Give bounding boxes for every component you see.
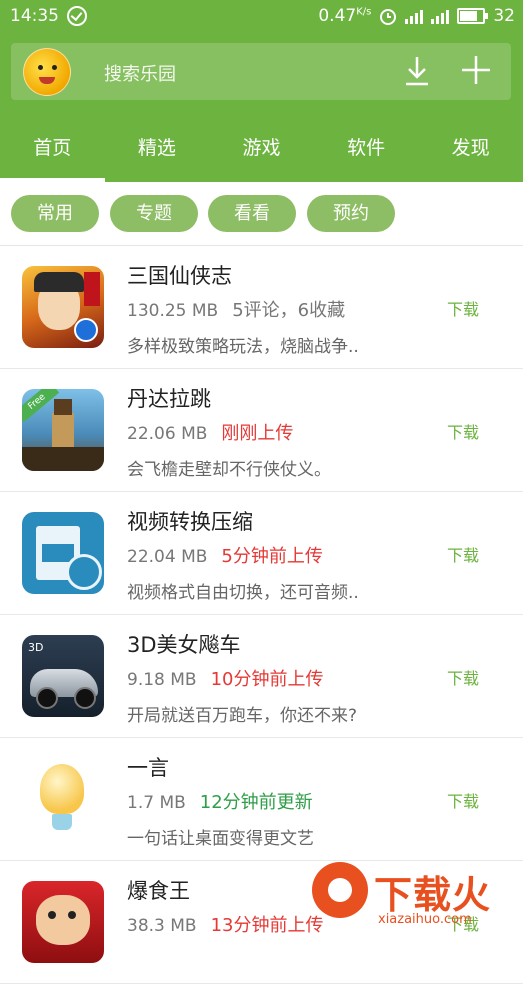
download-button[interactable]: 下载 <box>447 665 479 689</box>
filter-chips: 常用 专题 看看 预约 <box>0 182 523 246</box>
app-description: 会飞檐走壁却不行侠仗义。 <box>127 460 331 480</box>
app-status: 10分钟前上传 <box>210 669 324 690</box>
watermark-url: xiazaihuo.com <box>378 912 472 927</box>
watermark-brand: 下载火 <box>374 873 492 917</box>
app-description: 多样极致策略玩法，烧脑战争.. <box>127 337 359 357</box>
download-button[interactable]: 下载 <box>447 542 479 566</box>
flame-logo-icon <box>312 862 368 918</box>
tab-discover[interactable]: 发现 <box>418 120 523 182</box>
app-description: 视频格式自由切换，还可音频.. <box>127 583 359 603</box>
tab-home[interactable]: 首页 <box>0 120 105 182</box>
search-input[interactable]: 搜索乐园 <box>104 60 176 86</box>
app-icon <box>22 512 104 594</box>
battery-level: 32 <box>493 6 515 26</box>
app-size: 22.04 MB <box>127 547 208 567</box>
tab-featured[interactable]: 精选 <box>105 120 210 182</box>
app-name: 爆食王 <box>127 879 190 903</box>
app-description: 开局就送百万跑车，你还不来? <box>127 706 358 726</box>
app-icon: Free <box>22 389 104 471</box>
chip-reserve[interactable]: 预约 <box>307 195 395 232</box>
app-meta: 38.3 MB 13分钟前上传 <box>127 911 324 937</box>
network-speed: 0.47K/s <box>318 6 372 26</box>
cell-signal-icon <box>431 8 450 24</box>
app-meta: 9.18 MB 10分钟前上传 <box>127 665 324 691</box>
alarm-icon <box>380 9 397 25</box>
list-item[interactable]: 三国仙侠志 130.25 MB 5评论，6收藏 多样极致策略玩法，烧脑战争.. 下… <box>0 246 523 369</box>
app-size: 38.3 MB <box>127 916 197 936</box>
clock: 14:35 <box>10 6 59 26</box>
app-name: 三国仙侠志 <box>127 264 232 288</box>
app-meta: 1.7 MB 12分钟前更新 <box>127 788 313 814</box>
app-size: 1.7 MB <box>127 793 186 813</box>
app-size: 22.06 MB <box>127 424 208 444</box>
chip-topics[interactable]: 专题 <box>110 195 198 232</box>
app-meta: 22.04 MB 5分钟前上传 <box>127 542 323 568</box>
app-icon <box>22 266 104 348</box>
list-item[interactable]: 视频转换压缩 22.04 MB 5分钟前上传 视频格式自由切换，还可音频.. 下载 <box>0 492 523 615</box>
search-bar[interactable]: 搜索乐园 <box>11 43 511 100</box>
app-name: 一言 <box>127 756 169 780</box>
list-item[interactable]: 一言 1.7 MB 12分钟前更新 一句话让桌面变得更文艺 下载 <box>0 738 523 861</box>
tab-software[interactable]: 软件 <box>314 120 419 182</box>
app-meta: 22.06 MB 刚刚上传 <box>127 419 293 445</box>
tab-games[interactable]: 游戏 <box>209 120 314 182</box>
app-icon <box>22 881 104 963</box>
app-status: 5评论，6收藏 <box>232 300 346 321</box>
app-size: 130.25 MB <box>127 301 219 321</box>
watermark: 下载火 xiazaihuo.com <box>306 858 523 930</box>
app-name: 3D美女飚车 <box>127 633 241 657</box>
app-icon: 3D <box>22 635 104 717</box>
download-button[interactable]: 下载 <box>447 788 479 812</box>
app-name: 视频转换压缩 <box>127 510 253 534</box>
main-tabs: 首页 精选 游戏 软件 发现 <box>0 120 523 182</box>
lightbulb-icon <box>22 758 104 840</box>
app-status: 5分钟前上传 <box>221 546 323 567</box>
app-status: 12分钟前更新 <box>199 792 313 813</box>
wifi-signal-icon <box>405 8 424 24</box>
download-button[interactable]: 下载 <box>447 419 479 443</box>
chip-browse[interactable]: 看看 <box>208 195 296 232</box>
app-size: 9.18 MB <box>127 670 197 690</box>
download-button[interactable]: 下载 <box>447 296 479 320</box>
chip-common[interactable]: 常用 <box>11 195 99 232</box>
download-icon[interactable] <box>404 55 430 87</box>
status-bar: 14:35 0.47K/s 32 <box>0 0 523 32</box>
app-status: 刚刚上传 <box>221 423 294 444</box>
app-name: 丹达拉跳 <box>127 387 211 411</box>
avatar[interactable] <box>23 48 71 96</box>
sync-check-icon <box>67 6 87 26</box>
list-item[interactable]: 3D 3D美女飚车 9.18 MB 10分钟前上传 开局就送百万跑车，你还不来? … <box>0 615 523 738</box>
list-item[interactable]: Free 丹达拉跳 22.06 MB 刚刚上传 会飞檐走壁却不行侠仗义。 下载 <box>0 369 523 492</box>
add-icon[interactable] <box>461 55 491 85</box>
app-description: 一句话让桌面变得更文艺 <box>127 829 314 849</box>
search-header: 搜索乐园 <box>0 32 523 120</box>
battery-icon <box>457 8 489 24</box>
app-meta: 130.25 MB 5评论，6收藏 <box>127 296 345 322</box>
